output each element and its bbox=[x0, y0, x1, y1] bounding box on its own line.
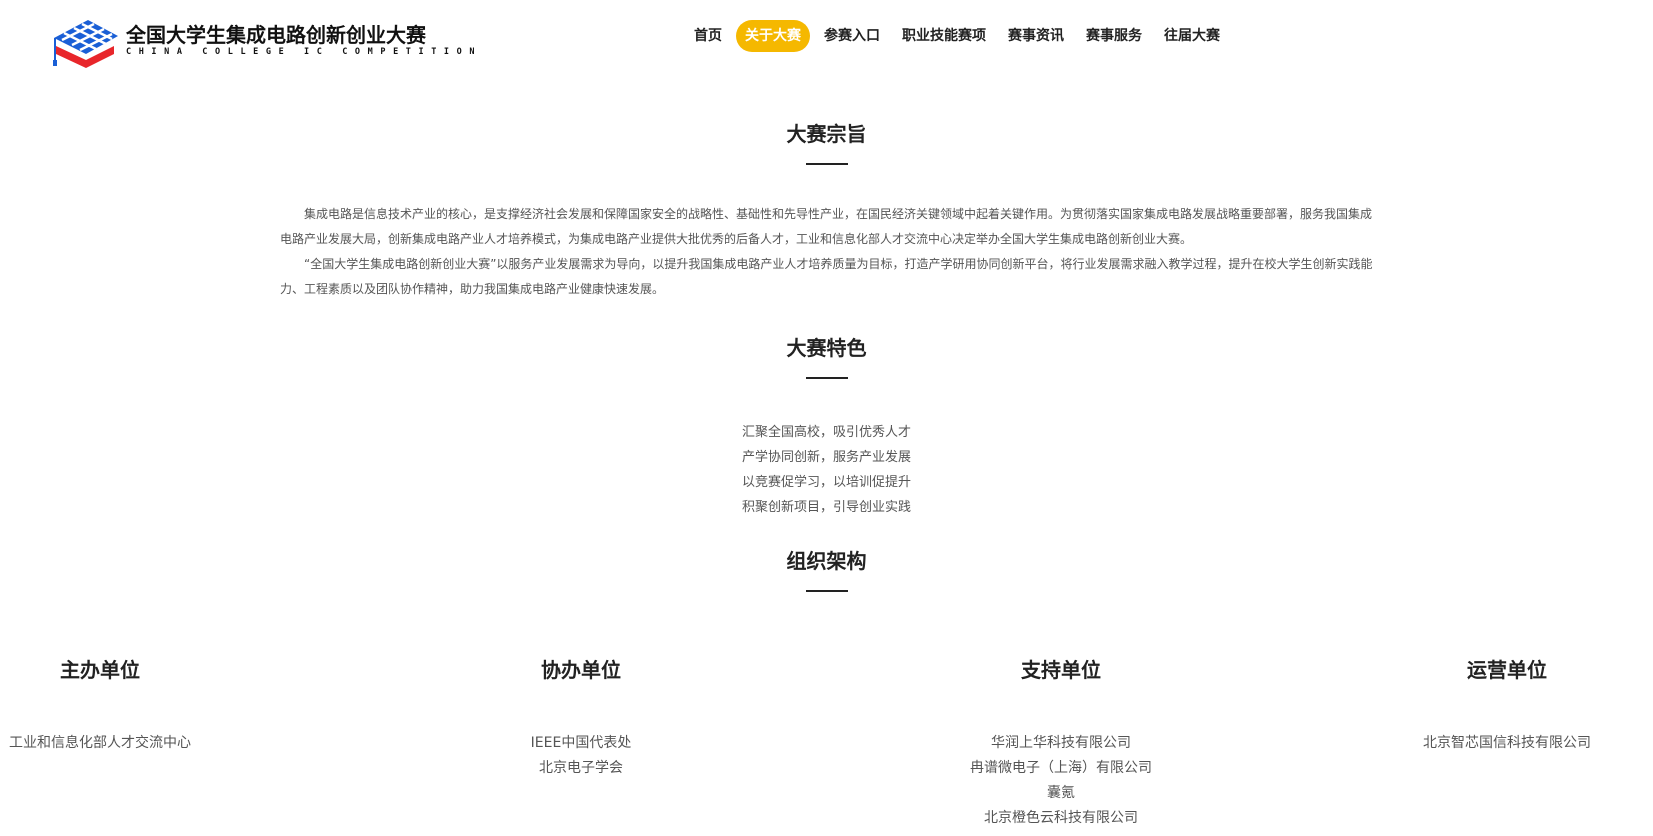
org-member: 北京橙色云科技有限公司 bbox=[984, 810, 1138, 826]
purpose-text: 集成电路是信息技术产业的核心，是支撑经济社会发展和保障国家安全的战略性、基础性和… bbox=[280, 202, 1373, 302]
feature-item: 汇聚全国高校，吸引优秀人才 bbox=[741, 425, 911, 440]
org-group-title: 运营单位 bbox=[1467, 658, 1547, 682]
org-group-supporter: 支持单位 华润上华科技有限公司 冉谱微电子（上海）有限公司 囊氪 北京橙色云科技… bbox=[881, 655, 1241, 831]
org-member: IEEE中国代表处 bbox=[530, 735, 632, 751]
feature-item: 积聚创新项目，引导创业实践 bbox=[741, 500, 911, 515]
nav-home[interactable]: 首页 bbox=[686, 20, 730, 52]
org-group-co-organizer: 协办单位 IEEE中国代表处 北京电子学会 bbox=[401, 655, 761, 781]
features-divider bbox=[806, 377, 848, 379]
features-title: 大赛特色 bbox=[786, 336, 867, 360]
org-group-host: 主办单位 工业和信息化部人才交流中心 bbox=[0, 655, 280, 756]
organization-divider bbox=[806, 590, 848, 592]
org-member: 工业和信息化部人才交流中心 bbox=[9, 735, 191, 751]
purpose-divider bbox=[806, 163, 848, 165]
org-group-title: 主办单位 bbox=[60, 658, 140, 682]
features-list: 汇聚全国高校，吸引优秀人才 产学协同创新，服务产业发展 以竞赛促学习，以培训促提… bbox=[0, 420, 1653, 520]
org-member: 华润上华科技有限公司 bbox=[991, 735, 1131, 751]
nav-services[interactable]: 赛事服务 bbox=[1078, 20, 1150, 52]
org-member-list: IEEE中国代表处 北京电子学会 bbox=[401, 731, 761, 781]
org-member: 冉谱微电子（上海）有限公司 bbox=[970, 760, 1152, 776]
feature-item: 产学协同创新，服务产业发展 bbox=[741, 450, 911, 465]
site-logo[interactable]: 全国大学生集成电路创新创业大赛 CHINA COLLEGE IC COMPETI… bbox=[52, 16, 474, 70]
org-group-operator: 运营单位 北京智芯国信科技有限公司 bbox=[1363, 655, 1651, 756]
site-header: 全国大学生集成电路创新创业大赛 CHINA COLLEGE IC COMPETI… bbox=[0, 0, 1653, 72]
org-member-list: 华润上华科技有限公司 冉谱微电子（上海）有限公司 囊氪 北京橙色云科技有限公司 bbox=[881, 731, 1241, 831]
org-member: 北京电子学会 bbox=[539, 760, 623, 776]
nav-entry[interactable]: 参赛入口 bbox=[816, 20, 888, 52]
nav-past[interactable]: 往届大赛 bbox=[1156, 20, 1228, 52]
logo-title: 全国大学生集成电路创新创业大赛 bbox=[126, 23, 426, 47]
main-nav: 首页 关于大赛 参赛入口 职业技能赛项 赛事资讯 赛事服务 往届大赛 bbox=[686, 20, 1234, 52]
feature-item: 以竞赛促学习，以培训促提升 bbox=[741, 475, 911, 490]
org-member: 囊氪 bbox=[1047, 785, 1075, 801]
org-member-list: 工业和信息化部人才交流中心 bbox=[0, 731, 280, 756]
nav-news[interactable]: 赛事资讯 bbox=[1000, 20, 1072, 52]
purpose-paragraph: “全国大学生集成电路创新创业大赛”以服务产业发展需求为导向，以提升我国集成电路产… bbox=[280, 257, 1373, 296]
logo-subtitle: CHINA COLLEGE IC COMPETITION bbox=[126, 47, 483, 57]
org-group-title: 支持单位 bbox=[1021, 658, 1101, 682]
org-member: 北京智芯国信科技有限公司 bbox=[1423, 735, 1591, 751]
graduation-cap-chip-logo-icon bbox=[52, 16, 120, 68]
purpose-paragraph: 集成电路是信息技术产业的核心，是支撑经济社会发展和保障国家安全的战略性、基础性和… bbox=[280, 207, 1373, 246]
org-group-title: 协办单位 bbox=[541, 658, 621, 682]
nav-about[interactable]: 关于大赛 bbox=[736, 20, 810, 52]
logo-text: 全国大学生集成电路创新创业大赛 CHINA COLLEGE IC COMPETI… bbox=[126, 24, 482, 58]
organization-title: 组织架构 bbox=[786, 549, 867, 573]
purpose-title: 大赛宗旨 bbox=[786, 122, 867, 146]
nav-vocational[interactable]: 职业技能赛项 bbox=[894, 20, 994, 52]
org-member-list: 北京智芯国信科技有限公司 bbox=[1363, 731, 1651, 756]
